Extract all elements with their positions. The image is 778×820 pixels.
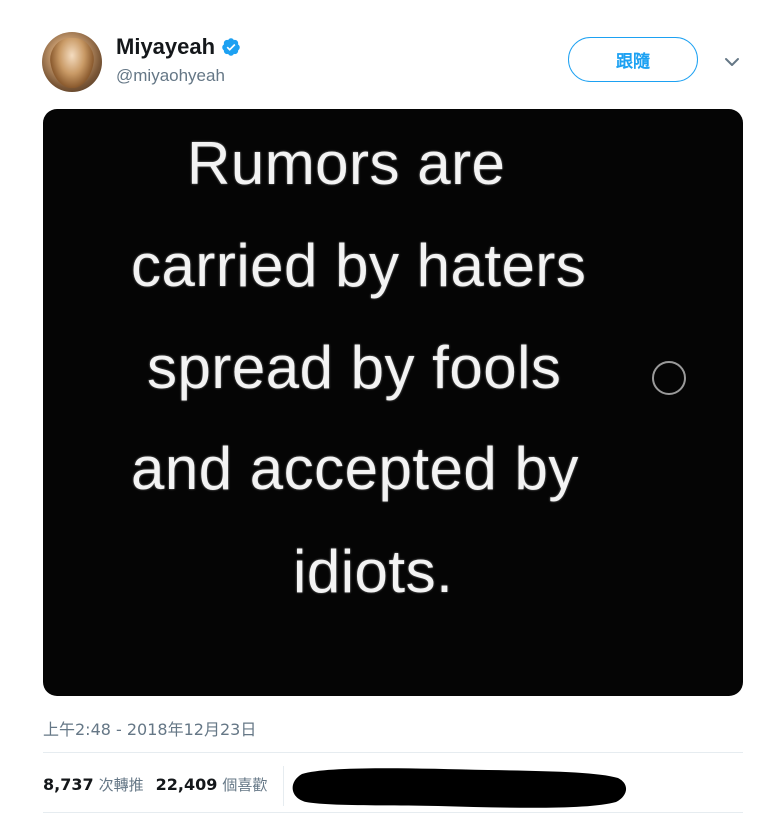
display-name[interactable]: Miyayeah bbox=[116, 34, 215, 60]
retweets-count[interactable]: 8,737 bbox=[43, 775, 94, 794]
chevron-down-icon[interactable] bbox=[722, 52, 742, 72]
redaction-mark bbox=[292, 768, 627, 808]
divider-bottom bbox=[43, 812, 743, 813]
likes-count[interactable]: 22,409 bbox=[156, 775, 218, 794]
media-text-line-3: spread by fools bbox=[147, 334, 562, 401]
user-handle[interactable]: @miyaohyeah bbox=[116, 66, 225, 86]
tweet-media-image[interactable]: Rumors are carried by haters spread by f… bbox=[43, 109, 743, 696]
media-text-line-1: Rumors are bbox=[187, 130, 506, 197]
stats-separator bbox=[283, 766, 284, 806]
verified-badge-icon bbox=[222, 38, 240, 56]
media-text-line-2: carried by haters bbox=[131, 232, 587, 299]
circle-icon bbox=[652, 361, 686, 395]
tweet-card: Miyayeah @miyaohyeah 跟隨 Rumors are carri… bbox=[0, 0, 778, 820]
tweet-stats: 8,737 次轉推 22,409 個喜歡 bbox=[43, 774, 279, 795]
avatar[interactable] bbox=[42, 32, 102, 92]
retweets-label[interactable]: 次轉推 bbox=[99, 774, 144, 795]
divider-top bbox=[43, 752, 743, 753]
tweet-timestamp[interactable]: 上午2:48 - 2018年12月23日 bbox=[43, 716, 256, 740]
likes-label[interactable]: 個喜歡 bbox=[222, 774, 267, 795]
follow-button[interactable]: 跟隨 bbox=[568, 37, 698, 82]
avatar-image bbox=[50, 38, 94, 88]
media-text-line-5: idiots. bbox=[293, 538, 454, 605]
user-name-row: Miyayeah bbox=[116, 34, 241, 60]
media-text-line-4: and accepted by bbox=[131, 435, 579, 502]
